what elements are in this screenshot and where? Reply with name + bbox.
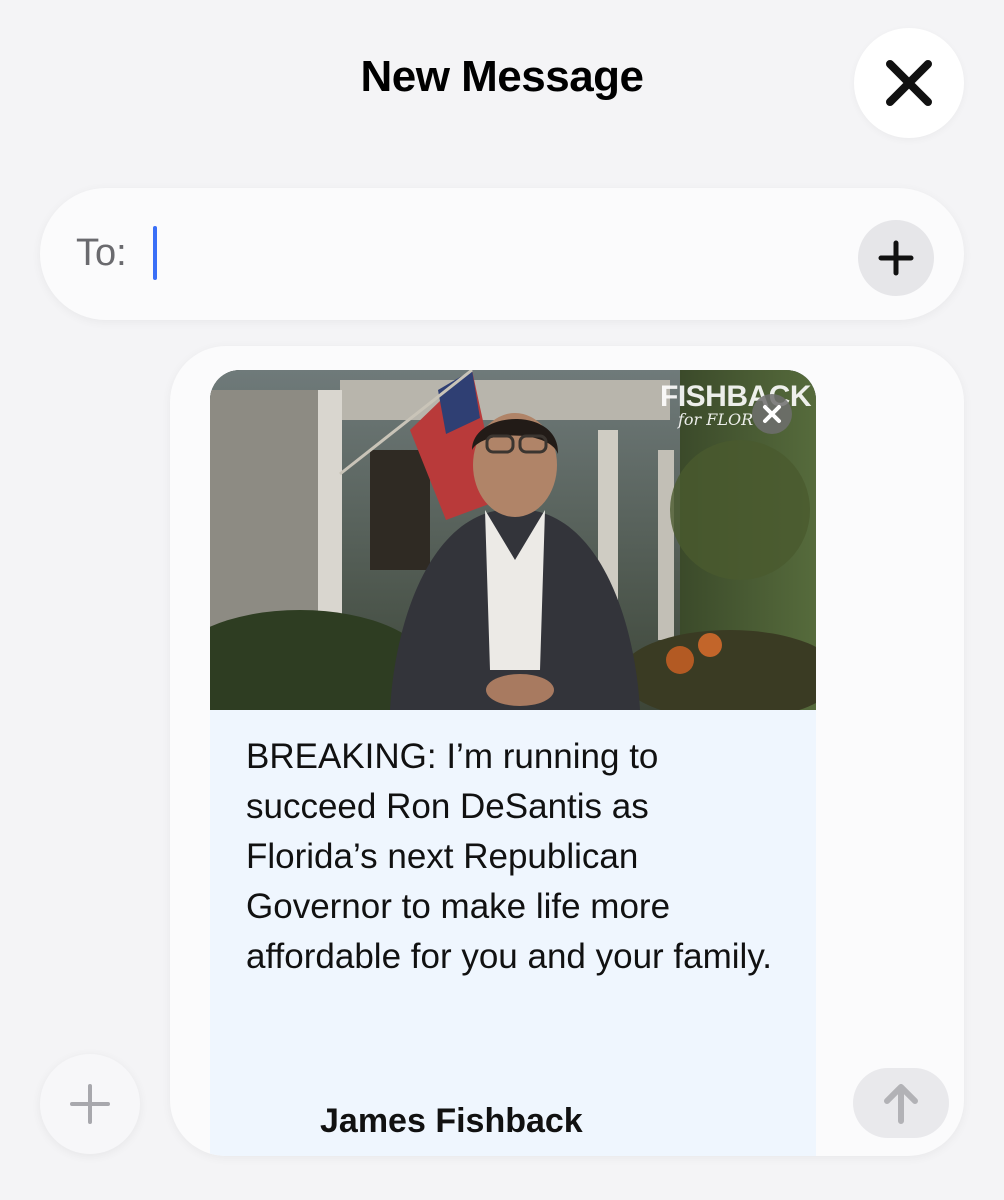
close-button[interactable]: [854, 28, 964, 138]
to-label: To:: [76, 232, 127, 274]
message-compose-field[interactable]: FISHBACK for FLOR BREAKING: I’m running …: [170, 346, 964, 1156]
rich-link-attachment[interactable]: FISHBACK for FLOR BREAKING: I’m running …: [210, 370, 816, 1156]
new-message-screen: New Message To: FISHBACK for FLOR BREAKI…: [0, 0, 1004, 1200]
campaign-photo: FISHBACK for FLOR: [210, 370, 816, 730]
send-button[interactable]: [853, 1068, 949, 1138]
signature: James Fishback: [320, 1102, 583, 1140]
add-recipient-button[interactable]: [858, 220, 934, 296]
close-small-icon: [763, 405, 781, 423]
text-cursor: [153, 226, 157, 280]
message-body: BREAKING: I’m running to succeed Ron DeS…: [246, 737, 772, 976]
apps-button[interactable]: [40, 1054, 140, 1154]
plus-icon: [70, 1084, 110, 1124]
remove-attachment-button[interactable]: [752, 394, 792, 434]
plus-icon: [878, 240, 914, 276]
close-icon: [886, 60, 932, 106]
arrow-up-icon: [884, 1084, 918, 1124]
to-field[interactable]: To:: [40, 188, 964, 320]
